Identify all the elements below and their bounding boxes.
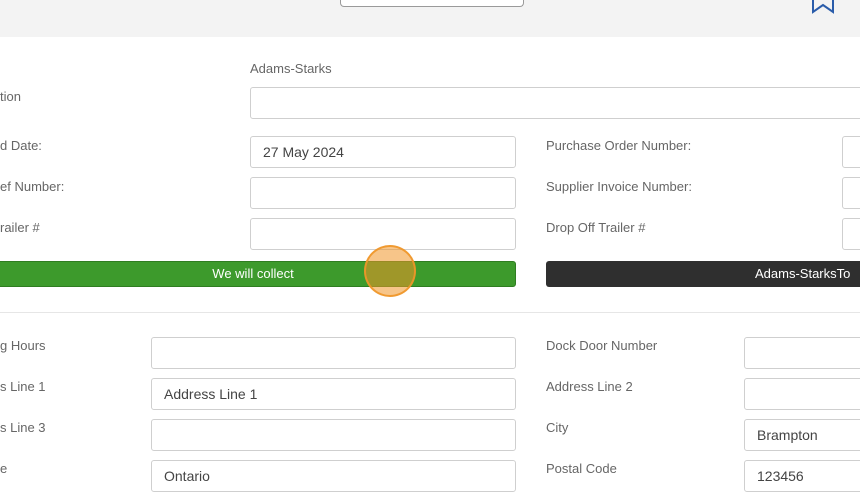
- trailer-label: railer #: [0, 220, 40, 235]
- collected-date-label: d Date:: [0, 138, 42, 153]
- address-line-1-label: s Line 1: [0, 379, 46, 394]
- top-toolbar: [0, 0, 860, 37]
- address-line-3-label: s Line 3: [0, 420, 46, 435]
- section-divider: [0, 312, 860, 313]
- address-line-3-field[interactable]: [151, 419, 516, 451]
- city-label: City: [546, 420, 569, 435]
- we-will-collect-button[interactable]: We will collect: [0, 261, 516, 287]
- address-line-1-field[interactable]: Address Line 1: [151, 378, 516, 410]
- dock-door-number-field[interactable]: [744, 337, 860, 369]
- purchase-order-number-label: Purchase Order Number:: [546, 138, 692, 153]
- supplier-name: Adams-Starks: [250, 61, 332, 76]
- address-line-2-field[interactable]: [744, 378, 860, 410]
- dock-door-number-label: Dock Door Number: [546, 338, 658, 353]
- top-search-input[interactable]: [340, 0, 524, 7]
- opening-hours-field[interactable]: [151, 337, 516, 369]
- supplier-to-button[interactable]: Adams-StarksTo: [546, 261, 860, 287]
- location-field[interactable]: [250, 87, 860, 119]
- location-label: tion: [0, 89, 21, 104]
- drop-off-trailer-field[interactable]: [842, 218, 860, 250]
- city-field[interactable]: Brampton: [744, 419, 860, 451]
- click-indicator: [364, 245, 416, 297]
- drop-off-trailer-label: Drop Off Trailer #: [546, 220, 646, 235]
- opening-hours-label: g Hours: [0, 338, 46, 353]
- province-field[interactable]: Ontario: [151, 460, 516, 492]
- supplier-invoice-number-label: Supplier Invoice Number:: [546, 179, 692, 194]
- address-line-2-label: Address Line 2: [546, 379, 633, 394]
- collected-date-field[interactable]: 27 May 2024: [250, 136, 516, 168]
- ref-number-field[interactable]: [250, 177, 516, 209]
- ref-number-label: ef Number:: [0, 179, 65, 194]
- purchase-order-number-field[interactable]: [842, 136, 860, 168]
- postal-code-field[interactable]: 123456: [744, 460, 860, 492]
- postal-code-label: Postal Code: [546, 461, 617, 476]
- supplier-invoice-number-field[interactable]: [842, 177, 860, 209]
- province-label: e: [0, 461, 8, 476]
- star-outline-icon[interactable]: [810, 0, 836, 16]
